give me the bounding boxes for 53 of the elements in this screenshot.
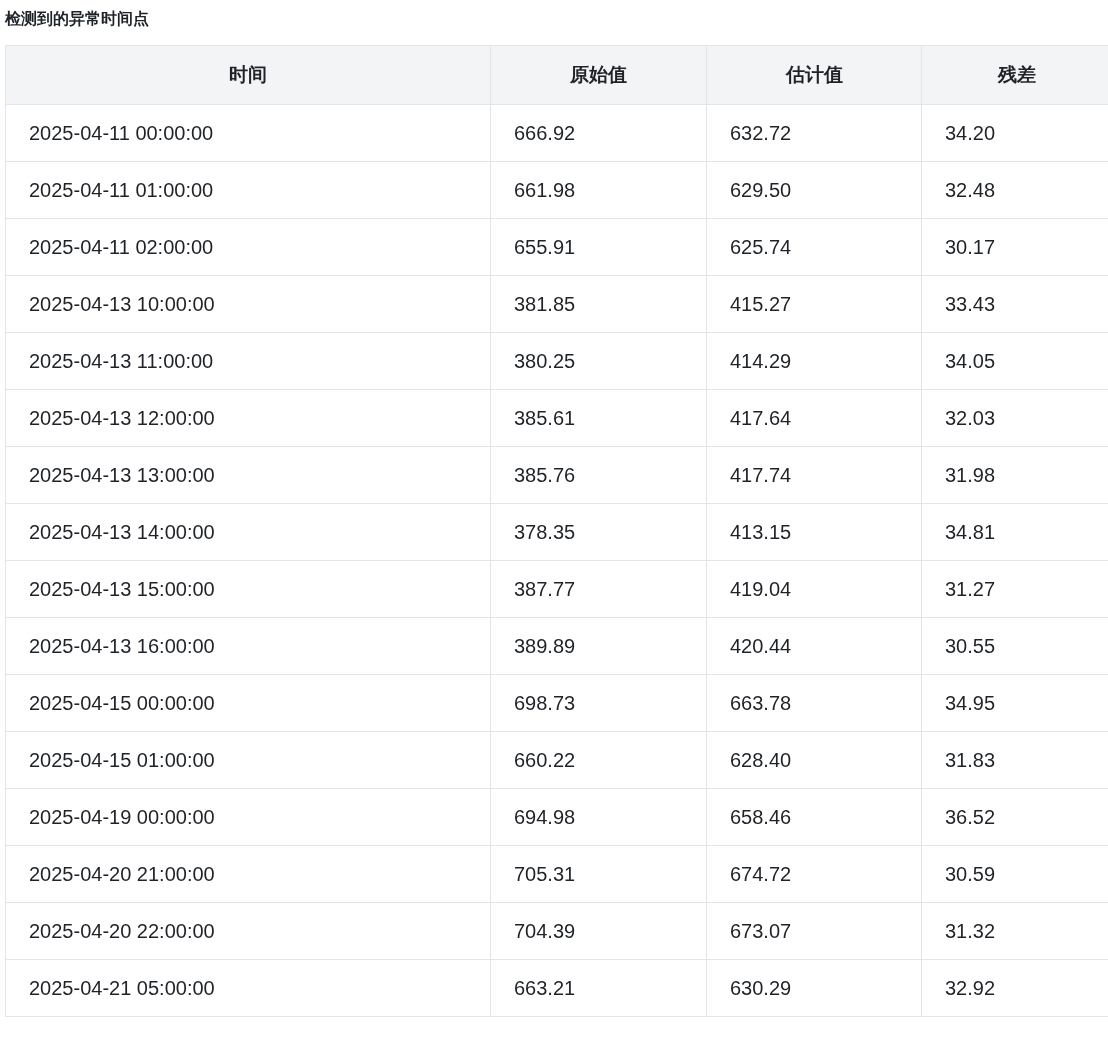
table-cell: 419.04 — [706, 560, 922, 618]
column-header: 残差 — [921, 45, 1108, 105]
table-cell: 2025-04-11 01:00:00 — [5, 161, 491, 219]
table-cell: 378.35 — [490, 503, 707, 561]
table-cell: 660.22 — [490, 731, 707, 789]
table-cell: 420.44 — [706, 617, 922, 675]
table-cell: 415.27 — [706, 275, 922, 333]
table-cell: 2025-04-20 22:00:00 — [5, 902, 491, 960]
column-header: 时间 — [5, 45, 491, 105]
table-cell: 673.07 — [706, 902, 922, 960]
table-cell: 658.46 — [706, 788, 922, 846]
table-cell: 704.39 — [490, 902, 707, 960]
table-cell: 389.89 — [490, 617, 707, 675]
table-cell: 629.50 — [706, 161, 922, 219]
table-cell: 674.72 — [706, 845, 922, 903]
table-cell: 2025-04-11 00:00:00 — [5, 104, 491, 162]
table-cell: 694.98 — [490, 788, 707, 846]
table-cell: 380.25 — [490, 332, 707, 390]
table-cell: 2025-04-21 05:00:00 — [5, 959, 491, 1017]
column-header: 原始值 — [490, 45, 707, 105]
table-cell: 2025-04-13 15:00:00 — [5, 560, 491, 618]
table-cell: 2025-04-13 11:00:00 — [5, 332, 491, 390]
table-cell: 385.76 — [490, 446, 707, 504]
table-cell: 628.40 — [706, 731, 922, 789]
section-title: 检测到的异常时间点 — [5, 9, 150, 30]
table-cell: 381.85 — [490, 275, 707, 333]
table-cell: 663.21 — [490, 959, 707, 1017]
table-cell: 2025-04-11 02:00:00 — [5, 218, 491, 276]
table-cell: 661.98 — [490, 161, 707, 219]
column-header: 估计值 — [706, 45, 922, 105]
table-cell: 2025-04-15 01:00:00 — [5, 731, 491, 789]
table-cell: 414.29 — [706, 332, 922, 390]
table-cell: 625.74 — [706, 218, 922, 276]
table-cell: 632.72 — [706, 104, 922, 162]
table-cell: 385.61 — [490, 389, 707, 447]
table-cell: 705.31 — [490, 845, 707, 903]
table-cell: 2025-04-19 00:00:00 — [5, 788, 491, 846]
table-cell: 666.92 — [490, 104, 707, 162]
table-cell: 417.74 — [706, 446, 922, 504]
table-cell: 2025-04-15 00:00:00 — [5, 674, 491, 732]
table-cell: 2025-04-13 14:00:00 — [5, 503, 491, 561]
table-cell: 655.91 — [490, 218, 707, 276]
table-cell: 413.15 — [706, 503, 922, 561]
table-cell: 630.29 — [706, 959, 922, 1017]
table-cell: 663.78 — [706, 674, 922, 732]
table-cell: 2025-04-20 21:00:00 — [5, 845, 491, 903]
table-cell: 2025-04-13 12:00:00 — [5, 389, 491, 447]
table-cell: 2025-04-13 16:00:00 — [5, 617, 491, 675]
table-cell: 2025-04-13 10:00:00 — [5, 275, 491, 333]
table-cell: 698.73 — [490, 674, 707, 732]
table-cell: 417.64 — [706, 389, 922, 447]
table-cell: 2025-04-13 13:00:00 — [5, 446, 491, 504]
table-cell: 387.77 — [490, 560, 707, 618]
